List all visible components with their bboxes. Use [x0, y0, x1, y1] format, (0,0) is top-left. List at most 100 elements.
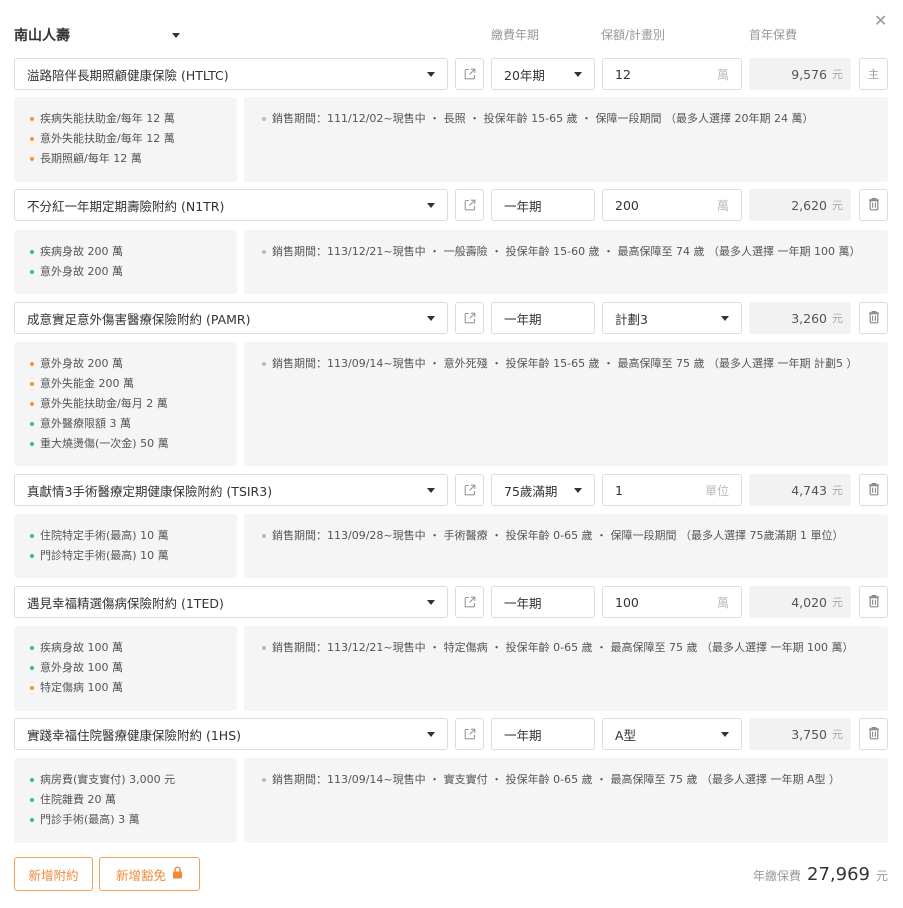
bullet-dot	[30, 117, 34, 121]
term-field[interactable]: 一年期	[491, 189, 595, 221]
amount-field[interactable]: 100 萬	[602, 586, 742, 618]
delete-button[interactable]	[859, 586, 888, 618]
benefit-item: 門診手術(最高) 3 萬	[30, 810, 221, 830]
term-value: 一年期	[504, 198, 542, 214]
sale-info-panel: 銷售期間：113/12/21~現售中 ・ 一般壽險 ・ 投保年齡 15-60 歲…	[244, 230, 888, 294]
total-unit: 元	[875, 869, 888, 883]
company-select[interactable]: 南山人壽	[14, 22, 180, 48]
amount-field[interactable]: 計劃3	[602, 302, 742, 334]
external-link-icon[interactable]	[455, 586, 484, 618]
benefit-text: 意外失能扶助金/每年 12 萬	[40, 132, 175, 145]
header-amount: 保額/計畫別	[601, 28, 666, 42]
close-icon[interactable]: ✕	[874, 12, 887, 30]
benefit-text: 住院特定手術(最高) 10 萬	[40, 529, 169, 542]
plan-row: 真獻情3手術醫療定期健康保險附約 (TSIR3) 75歲滿期 1 單位 4,743 元	[0, 474, 903, 508]
company-name: 南山人壽	[14, 28, 70, 44]
benefit-text: 疾病身故 200 萬	[40, 245, 123, 258]
external-link-icon[interactable]	[455, 189, 484, 221]
premium-display: 3,260 元	[749, 302, 851, 334]
delete-button[interactable]	[859, 474, 888, 506]
chevron-down-icon	[427, 315, 435, 321]
term-field[interactable]: 一年期	[491, 302, 595, 334]
chevron-down-icon	[721, 731, 729, 737]
plan-name: 真獻情3手術醫療定期健康保險附約 (TSIR3)	[27, 483, 273, 499]
plan-select[interactable]: 不分紅一年期定期壽險附約 (N1TR)	[14, 189, 448, 221]
plan-name: 實踐幸福住院醫療健康保險附約 (1HS)	[27, 727, 242, 743]
benefit-text: 疾病身故 100 萬	[40, 641, 123, 654]
benefit-text: 重大燒燙傷(一次金) 50 萬	[40, 437, 169, 450]
add-waiver-button[interactable]: 新增豁免	[99, 857, 200, 891]
benefit-item: 意外醫療限額 3 萬	[30, 414, 221, 434]
chevron-down-icon	[427, 71, 435, 77]
premium-unit: 元	[832, 484, 843, 497]
bullet-dot	[30, 137, 34, 141]
term-field[interactable]: 一年期	[491, 718, 595, 750]
term-field[interactable]: 一年期	[491, 586, 595, 618]
benefits-panel: 住院特定手術(最高) 10 萬門診特定手術(最高) 10 萬	[14, 514, 237, 578]
bullet-dot	[30, 402, 34, 406]
sale-info: 銷售期間：111/12/02~現售中 ・ 長照 ・ 投保年齡 15-65 歲 ・…	[262, 109, 870, 129]
annual-premium-total: 年繳保費 27,969 元	[753, 864, 888, 885]
bullet-dot	[30, 646, 34, 650]
benefits-panel: 疾病身故 200 萬意外身故 200 萬	[14, 230, 237, 294]
plan-row: 溢路陪伴長期照顧健康保險 (HTLTC) 20年期 12 萬 9,576 元 主	[0, 58, 903, 92]
external-link-icon[interactable]	[455, 474, 484, 506]
sale-info-text: 銷售期間：113/09/28~現售中 ・ 手術醫療 ・ 投保年齡 0-65 歲 …	[272, 529, 844, 542]
benefit-text: 意外醫療限額 3 萬	[40, 417, 131, 430]
benefit-text: 病房費(實支實付) 3,000 元	[40, 773, 176, 786]
plan-select[interactable]: 溢路陪伴長期照顧健康保險 (HTLTC)	[14, 58, 448, 90]
benefit-text: 特定傷病 100 萬	[40, 681, 123, 694]
plan-select[interactable]: 成意實足意外傷害醫療保險附約 (PAMR)	[14, 302, 448, 334]
external-link-icon[interactable]	[455, 718, 484, 750]
sale-info: 銷售期間：113/09/14~現售中 ・ 意外死殘 ・ 投保年齡 15-65 歲…	[262, 354, 870, 374]
plan-select[interactable]: 真獻情3手術醫療定期健康保險附約 (TSIR3)	[14, 474, 448, 506]
premium-unit: 元	[832, 596, 843, 609]
sale-info-panel: 銷售期間：113/09/14~現售中 ・ 實支實付 ・ 投保年齡 0-65 歲 …	[244, 758, 888, 843]
amount-unit: 萬	[716, 67, 729, 82]
add-rider-button[interactable]: 新增附約	[14, 857, 93, 891]
benefit-text: 疾病失能扶助金/每年 12 萬	[40, 112, 175, 125]
term-field[interactable]: 75歲滿期	[491, 474, 595, 506]
plan-select[interactable]: 實踐幸福住院醫療健康保險附約 (1HS)	[14, 718, 448, 750]
delete-button[interactable]	[859, 302, 888, 334]
bullet-dot	[262, 362, 266, 366]
delete-button[interactable]	[859, 189, 888, 221]
benefit-item: 疾病失能扶助金/每年 12 萬	[30, 109, 221, 129]
premium-value: 3,260	[791, 310, 827, 326]
premium-unit: 元	[832, 199, 843, 212]
external-link-icon[interactable]	[455, 302, 484, 334]
bullet-dot	[30, 554, 34, 558]
premium-display: 4,020 元	[749, 586, 851, 618]
amount-field[interactable]: 12 萬	[602, 58, 742, 90]
delete-button[interactable]	[859, 718, 888, 750]
amount-unit: 萬	[716, 198, 729, 213]
bullet-dot	[30, 534, 34, 538]
bullet-dot	[262, 778, 266, 782]
main-plan-label: 主	[868, 68, 879, 81]
chevron-down-icon	[574, 487, 582, 493]
premium-display: 9,576 元	[749, 58, 851, 90]
benefit-item: 意外身故 200 萬	[30, 262, 221, 282]
plan-row: 不分紅一年期定期壽險附約 (N1TR) 一年期 200 萬 2,620 元	[0, 189, 903, 223]
sale-info: 銷售期間：113/09/14~現售中 ・ 實支實付 ・ 投保年齡 0-65 歲 …	[262, 770, 870, 790]
add-rider-label: 新增附約	[28, 867, 79, 883]
term-field[interactable]: 20年期	[491, 58, 595, 90]
term-value: 一年期	[504, 311, 542, 327]
amount-field[interactable]: A型	[602, 718, 742, 750]
benefit-item: 意外身故 200 萬	[30, 354, 221, 374]
amount-field[interactable]: 200 萬	[602, 189, 742, 221]
premium-unit: 元	[832, 312, 843, 325]
plan-select[interactable]: 遇見幸福精選傷病保險附約 (1TED)	[14, 586, 448, 618]
term-value: 75歲滿期	[504, 483, 558, 499]
bullet-dot	[30, 442, 34, 446]
benefit-item: 病房費(實支實付) 3,000 元	[30, 770, 221, 790]
benefit-item: 意外失能扶助金/每月 2 萬	[30, 394, 221, 414]
trash-icon	[868, 726, 880, 743]
benefit-text: 長期照顧/每年 12 萬	[40, 152, 142, 165]
benefits-panel: 疾病身故 100 萬意外身故 100 萬特定傷病 100 萬	[14, 626, 237, 711]
amount-field[interactable]: 1 單位	[602, 474, 742, 506]
main-plan-badge: 主	[859, 58, 888, 90]
amount-value: 100	[615, 594, 639, 610]
term-value: 一年期	[504, 727, 542, 743]
external-link-icon[interactable]	[455, 58, 484, 90]
